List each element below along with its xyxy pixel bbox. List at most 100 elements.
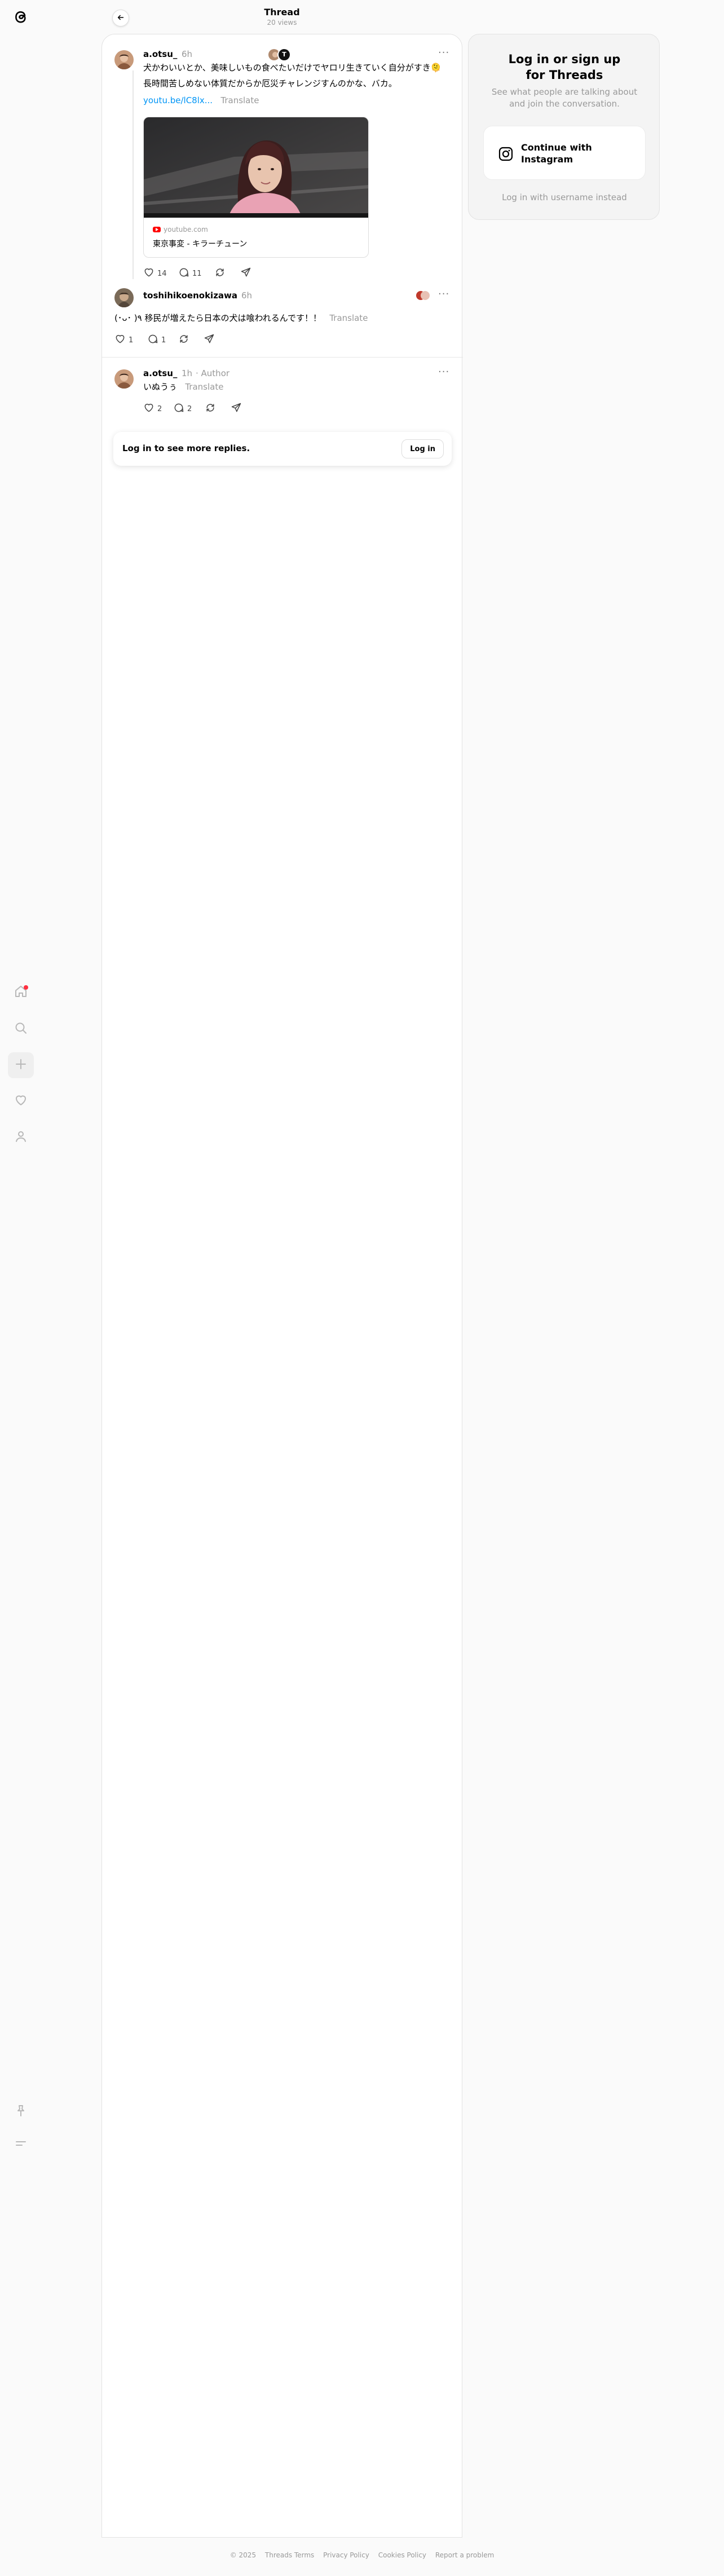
login-prompt-bar: Log in to see more replies. Log in — [113, 432, 452, 466]
footer-link-privacy[interactable]: Privacy Policy — [323, 2551, 369, 2559]
post-text-row: いぬうぅ Translate — [143, 381, 451, 394]
comment-icon — [147, 333, 158, 347]
reply-post: toshihikoenokizawa 6h ··· (･ᴗ･ )٩ 移民が増えた… — [102, 286, 463, 354]
divider — [102, 357, 463, 358]
repost-icon — [178, 333, 189, 347]
menu-button[interactable] — [8, 2132, 34, 2158]
post-link[interactable]: youtu.be/lC8lx... — [143, 95, 213, 105]
post-text: 犬かわいいとか、美味しいもの食べたいだけでヤロリ生きていく自分がすき🫠 — [143, 63, 442, 73]
more-options-button[interactable]: ··· — [438, 288, 449, 300]
like-button[interactable]: 1 — [114, 333, 133, 347]
thread-feed: a.otsu_ 6h T ··· 犬かわいいとか、美味しいもの食べたいだけでヤロ… — [101, 34, 463, 2538]
heart-icon — [143, 267, 154, 280]
notification-dot — [24, 985, 28, 990]
create-button[interactable] — [8, 1052, 34, 1078]
copyright: © 2025 — [229, 2551, 257, 2559]
avatar[interactable] — [114, 50, 134, 69]
username-login-link[interactable]: Log in with username instead — [469, 192, 660, 202]
youtube-icon — [153, 227, 161, 232]
pin-button[interactable] — [8, 2099, 34, 2125]
login-prompt-text: Log in to see more replies. — [122, 443, 250, 453]
profile-button[interactable] — [8, 1124, 34, 1150]
login-panel: Log in or sign up for Threads See what p… — [468, 34, 660, 220]
post-username[interactable]: a.otsu_ — [143, 368, 177, 378]
reply-button[interactable]: 1 — [147, 333, 166, 347]
send-icon — [231, 402, 242, 416]
footer-link-cookies[interactable]: Cookies Policy — [378, 2551, 426, 2559]
post-time: 6h — [241, 290, 253, 301]
author-badge: · Author — [196, 368, 230, 378]
share-button[interactable] — [231, 402, 242, 416]
comment-icon — [173, 402, 184, 416]
send-icon — [204, 333, 215, 347]
left-nav-rail — [0, 0, 43, 2576]
post-text: いぬうぅ — [143, 382, 178, 392]
like-count: 14 — [157, 269, 167, 278]
send-icon — [240, 267, 251, 280]
footer-link-report[interactable]: Report a problem — [435, 2551, 494, 2559]
avatar[interactable] — [114, 369, 134, 389]
post-text-row: (･ᴗ･ )٩ 移民が増えたら日本の犬は喰われるんです！！ Translate — [114, 312, 453, 325]
post-username[interactable]: toshihikoenokizawa — [143, 290, 237, 301]
post-text: 長時間苦しめない体質だからか厄災チャレンジすんのかな、バカ。 — [143, 78, 397, 89]
reply-count: 1 — [161, 336, 166, 345]
post-time: 1h — [182, 368, 193, 378]
translate-link[interactable]: Translate — [329, 313, 368, 323]
link-domain: youtube.com — [153, 226, 208, 233]
reply-button[interactable]: 11 — [178, 267, 202, 280]
login-panel-title: Log in or sign up for Threads — [508, 52, 621, 82]
user-icon — [14, 1130, 28, 1145]
login-button[interactable]: Log in — [401, 439, 444, 458]
avatar[interactable] — [114, 288, 134, 307]
back-button[interactable] — [112, 10, 129, 27]
repost-icon — [205, 402, 216, 416]
link-preview-card[interactable]: youtube.com 東京事変 - キラーチューン — [143, 117, 369, 258]
post-link-row: youtu.be/lC8lx... Translate — [143, 94, 451, 107]
arrow-left-icon — [117, 13, 125, 24]
heart-icon — [114, 333, 126, 347]
comment-icon — [178, 267, 189, 280]
continue-with-instagram-button[interactable]: Continue with Instagram — [483, 126, 646, 180]
reply-count: 2 — [187, 404, 192, 413]
heart-icon — [14, 1093, 28, 1109]
like-count: 2 — [157, 404, 162, 413]
footer-link-terms[interactable]: Threads Terms — [265, 2551, 314, 2559]
translate-link[interactable]: Translate — [220, 95, 259, 105]
post-text: (･ᴗ･ )٩ 移民が増えたら日本の犬は喰われるんです！！ — [114, 313, 321, 323]
plus-icon — [14, 1057, 28, 1073]
repost-button[interactable] — [214, 267, 226, 280]
share-button[interactable] — [240, 267, 251, 280]
heart-icon — [143, 402, 154, 416]
pin-icon — [14, 2104, 28, 2120]
threads-logo-icon[interactable] — [11, 7, 31, 27]
repost-icon — [214, 267, 226, 280]
more-options-button[interactable]: ··· — [438, 47, 449, 59]
like-button[interactable]: 2 — [143, 402, 162, 416]
post-username[interactable]: a.otsu_ — [143, 49, 177, 59]
page-title: Thread — [264, 7, 300, 17]
more-options-button[interactable]: ··· — [438, 366, 449, 378]
reply-post: a.otsu_ 1h · Author ··· いぬうぅ Translate 2… — [102, 365, 463, 427]
repost-button[interactable] — [178, 333, 189, 347]
link-title: 東京事変 - キラーチューン — [153, 240, 248, 249]
link-preview-image — [144, 117, 368, 218]
footer: © 2025 Threads Terms Privacy Policy Cook… — [0, 2551, 724, 2559]
menu-icon — [14, 2137, 28, 2152]
repost-button[interactable] — [205, 402, 216, 416]
share-button[interactable] — [204, 333, 215, 347]
view-count: 20 views — [267, 19, 297, 27]
search-button[interactable] — [8, 1016, 34, 1042]
reply-avatars — [416, 290, 430, 301]
thread-post: a.otsu_ 6h T ··· 犬かわいいとか、美味しいもの食べたいだけでヤロ… — [102, 34, 463, 283]
activity-button[interactable] — [8, 1088, 34, 1114]
instagram-button-label: Continue with Instagram — [521, 142, 592, 165]
login-panel-subtitle: See what people are talking about and jo… — [491, 87, 638, 109]
reply-count: 11 — [192, 269, 202, 278]
home-button[interactable] — [8, 980, 34, 1005]
like-button[interactable]: 14 — [143, 267, 167, 280]
translate-link[interactable]: Translate — [185, 382, 223, 392]
like-count: 1 — [129, 336, 134, 345]
thread-line — [133, 70, 134, 279]
post-time: 6h — [182, 49, 193, 59]
reply-button[interactable]: 2 — [173, 402, 192, 416]
